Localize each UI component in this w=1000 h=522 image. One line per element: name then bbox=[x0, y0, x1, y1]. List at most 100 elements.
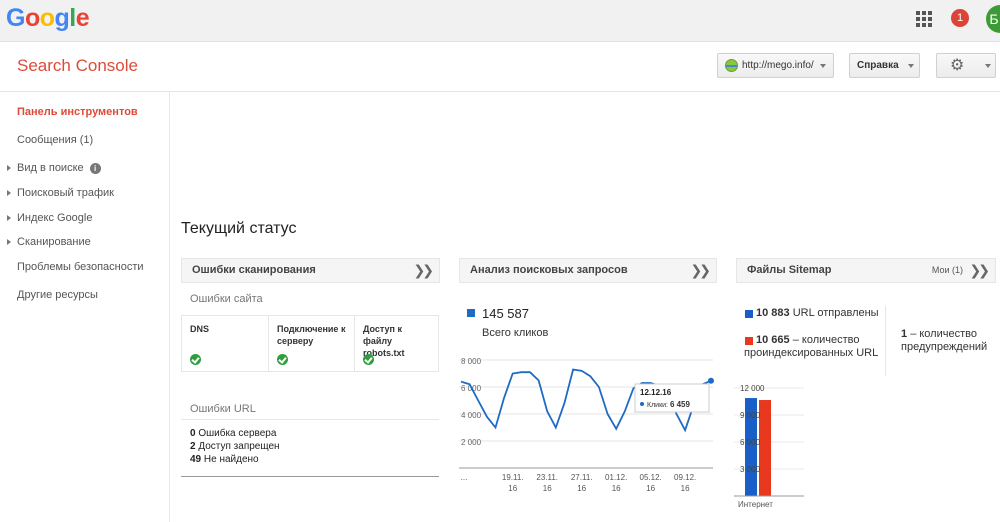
url-error-server[interactable]: 0 Ошибка сервера bbox=[190, 428, 276, 439]
sidebar-item[interactable]: Вид в поиске i bbox=[7, 162, 101, 174]
help-button[interactable]: Справка bbox=[849, 53, 920, 78]
gear-icon: ⚙ bbox=[950, 57, 965, 74]
sidebar-item-label: Индекс Google bbox=[17, 212, 93, 224]
clicks-line-chart[interactable]: 8 0006 0004 0002 000... 19.11. 1623.11. 162… bbox=[459, 350, 721, 500]
top-bar: Google 1 Б bbox=[0, 0, 1000, 42]
expand-triangle-icon[interactable] bbox=[7, 239, 11, 245]
site-selector-label: http://mego.info/ bbox=[742, 60, 814, 71]
info-icon[interactable]: i bbox=[89, 163, 101, 174]
sidebar-item-label: Другие ресурсы bbox=[17, 289, 98, 301]
check-icon bbox=[363, 354, 374, 365]
site-selector[interactable]: http://mego.info/ bbox=[717, 53, 834, 78]
data-point bbox=[708, 377, 714, 384]
tooltip-date: 12.12.16 bbox=[640, 388, 672, 397]
divider bbox=[181, 476, 439, 477]
x-tick-label: 05.12. 16 bbox=[640, 473, 662, 493]
x-tick-label: 19.11. 16 bbox=[502, 473, 524, 493]
y-tick-label: 4 000 bbox=[461, 411, 482, 420]
y-tick-label: 12 000 bbox=[740, 384, 765, 393]
tooltip-value: Клики: 6 459 bbox=[647, 400, 691, 409]
sidebar-item[interactable]: Другие ресурсы bbox=[17, 289, 98, 301]
dns-label: DNS bbox=[190, 324, 210, 334]
chevron-down-icon bbox=[820, 64, 826, 68]
sidebar-item-label: Поисковый трафик bbox=[17, 187, 114, 199]
google-logo[interactable]: Google bbox=[6, 4, 90, 33]
expand-triangle-icon[interactable] bbox=[7, 215, 11, 221]
server-connectivity-label: Подключение к серверу bbox=[277, 324, 346, 346]
dns-status[interactable]: DNS bbox=[182, 316, 269, 371]
sidebar-item[interactable]: Панель инструментов bbox=[17, 106, 138, 118]
notifications-badge[interactable]: 1 bbox=[951, 9, 969, 27]
expand-triangle-icon[interactable] bbox=[7, 165, 11, 171]
y-tick-label: 6 000 bbox=[740, 438, 761, 447]
url-error-denied[interactable]: 2 Доступ запрещен bbox=[190, 441, 280, 452]
page-title: Текущий статус bbox=[181, 220, 297, 237]
console-header: Search Console http://mego.info/ Справка… bbox=[0, 42, 1000, 92]
sidebar-item-label: Вид в поиске bbox=[17, 162, 84, 174]
logo-letter: o bbox=[39, 4, 55, 32]
sitemap-bar bbox=[759, 400, 771, 496]
apps-grid-icon[interactable] bbox=[916, 11, 932, 27]
sitemap-submitted: 10 883 URL отправлены bbox=[756, 307, 879, 319]
logo-letter: g bbox=[54, 4, 70, 32]
sidebar-item-label: Сообщения (1) bbox=[17, 134, 94, 146]
sidebar-item[interactable]: Индекс Google bbox=[7, 212, 93, 224]
sidebar: Панель инструментов Сообщения (1) Вид в по… bbox=[0, 92, 170, 522]
robots-fetch-label: Доступ к файлу robots.txt bbox=[363, 324, 405, 358]
double-chevron-right-icon[interactable]: ❯❯ bbox=[970, 259, 991, 282]
settings-button[interactable]: ⚙ bbox=[936, 53, 996, 78]
expand-triangle-icon[interactable] bbox=[7, 190, 11, 196]
y-tick-label: 3 000 bbox=[740, 465, 761, 474]
url-errors-label: Ошибки URL bbox=[190, 403, 256, 415]
x-tick-label: 27.11. 16 bbox=[571, 473, 593, 493]
site-errors-table: DNS Подключение к серверу Доступ к файлу… bbox=[181, 315, 439, 372]
logo-letter: G bbox=[6, 4, 25, 32]
sitemaps-title: Файлы Sitemap bbox=[747, 264, 832, 276]
divider bbox=[181, 419, 439, 420]
sitemaps-header[interactable]: Файлы Sitemap Мои (1) ❯❯ bbox=[736, 258, 996, 283]
sidebar-item[interactable]: Сообщения (1) bbox=[17, 134, 93, 146]
tooltip-swatch bbox=[640, 402, 644, 406]
robots-fetch-status[interactable]: Доступ к файлу robots.txt bbox=[355, 316, 439, 371]
x-tick-label: 09.12. 16 bbox=[674, 473, 696, 493]
sidebar-item-label: Сканирование bbox=[17, 236, 91, 248]
chevron-down-icon bbox=[908, 64, 914, 68]
sidebar-item-label: Проблемы безопасности bbox=[17, 261, 144, 273]
sidebar-item[interactable]: Проблемы безопасности bbox=[17, 261, 144, 273]
sidebar-item[interactable]: Поисковый трафик bbox=[7, 187, 114, 199]
check-icon bbox=[190, 354, 201, 365]
legend-swatch bbox=[467, 309, 475, 317]
check-icon bbox=[277, 354, 288, 365]
sidebar-item[interactable]: Сканирование bbox=[7, 236, 91, 248]
x-tick-label: ... bbox=[461, 473, 468, 482]
product-title[interactable]: Search Console bbox=[17, 56, 138, 76]
logo-letter: e bbox=[75, 4, 90, 32]
y-tick-label: 8 000 bbox=[461, 357, 482, 366]
logo-letter: o bbox=[24, 4, 40, 32]
url-error-not-found[interactable]: 49 Не найдено bbox=[190, 454, 259, 465]
server-connectivity-status[interactable]: Подключение к серверу bbox=[269, 316, 355, 371]
search-analytics-header[interactable]: Анализ поисковых запросов ❯❯ bbox=[459, 258, 717, 283]
y-tick-label: 9 000 bbox=[740, 411, 761, 420]
avatar[interactable]: Б bbox=[986, 5, 1000, 33]
search-analytics-title: Анализ поисковых запросов bbox=[470, 264, 628, 276]
x-tick-label: 23.11. 16 bbox=[536, 473, 558, 493]
total-clicks-value: 145 587 bbox=[482, 306, 529, 321]
help-label: Справка bbox=[857, 60, 899, 71]
sitemap-bar-chart[interactable]: 12 000 9 000 6 000 3 000 Интернет bbox=[734, 380, 804, 515]
divider bbox=[885, 306, 886, 376]
y-tick-label: 2 000 bbox=[461, 438, 482, 447]
category-label: Интернет bbox=[738, 500, 773, 509]
crawl-errors-header[interactable]: Ошибки сканирования ❯❯ bbox=[181, 258, 440, 283]
my-sitemaps-link[interactable]: Мои (1) bbox=[932, 259, 963, 282]
chevron-down-icon bbox=[985, 64, 991, 68]
sitemap-indexed: 10 665 – количество проиндексированных U… bbox=[744, 334, 879, 359]
globe-icon bbox=[725, 59, 738, 72]
double-chevron-right-icon[interactable]: ❯❯ bbox=[414, 259, 435, 282]
double-chevron-right-icon[interactable]: ❯❯ bbox=[691, 259, 712, 282]
total-clicks-label: Всего кликов bbox=[482, 327, 549, 339]
site-errors-label: Ошибки сайта bbox=[190, 293, 263, 305]
sitemap-warnings: 1 – количество предупреждений bbox=[901, 328, 988, 353]
sidebar-item-label: Панель инструментов bbox=[17, 106, 138, 118]
x-tick-label: 01.12. 16 bbox=[605, 473, 627, 493]
